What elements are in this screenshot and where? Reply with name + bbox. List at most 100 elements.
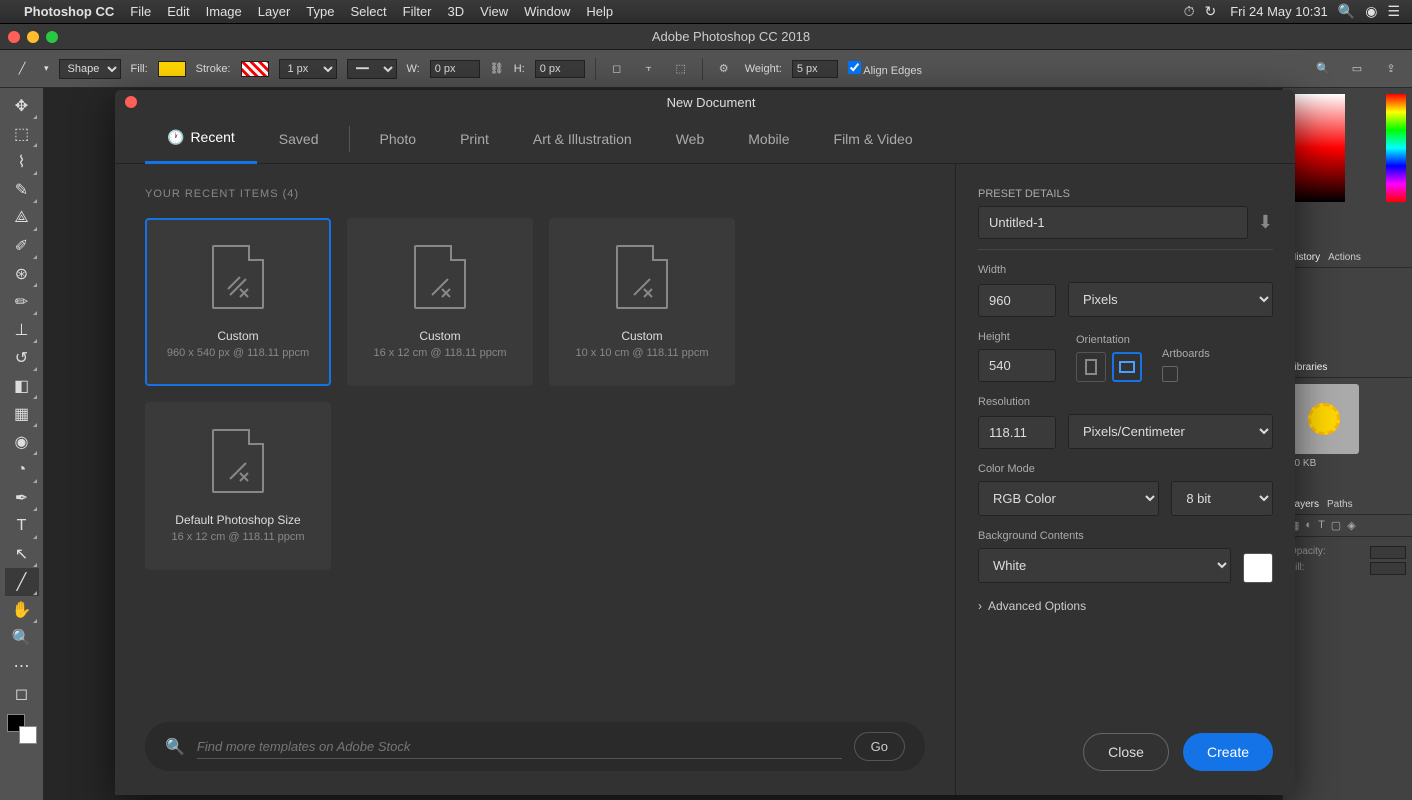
app-name[interactable]: Photoshop CC bbox=[24, 4, 114, 19]
line-tool-icon[interactable]: ╱ bbox=[10, 57, 34, 81]
stroke-width-select[interactable]: 1 px bbox=[279, 59, 337, 79]
tab-photo[interactable]: Photo bbox=[358, 114, 439, 164]
path-alignment-icon[interactable]: ⫟ bbox=[638, 58, 660, 80]
spotlight-icon[interactable]: 🔍 bbox=[1338, 3, 1355, 20]
bg-swatch[interactable] bbox=[1243, 553, 1273, 583]
preset-card[interactable]: Custom 16 x 12 cm @ 118.11 ppcm bbox=[347, 218, 533, 386]
hand-tool[interactable]: ✋ bbox=[5, 596, 39, 624]
filter-shape-icon[interactable]: ▢ bbox=[1331, 519, 1341, 532]
move-tool[interactable]: ✥ bbox=[5, 92, 39, 120]
save-preset-icon[interactable]: ⬇ bbox=[1258, 212, 1273, 233]
resolution-unit-select[interactable]: Pixels/Centimeter bbox=[1068, 414, 1273, 449]
tab-art[interactable]: Art & Illustration bbox=[511, 114, 654, 164]
menu-layer[interactable]: Layer bbox=[258, 4, 291, 19]
dialog-close-button[interactable] bbox=[125, 96, 137, 108]
width-unit-select[interactable]: Pixels bbox=[1068, 282, 1273, 317]
background-swatch[interactable] bbox=[19, 726, 37, 744]
orientation-landscape[interactable] bbox=[1112, 352, 1142, 382]
window-minimize-button[interactable] bbox=[27, 31, 39, 43]
history-brush-tool[interactable]: ↺ bbox=[5, 344, 39, 372]
color-panel[interactable] bbox=[1283, 88, 1412, 248]
tool-preset-chevron-icon[interactable]: ▾ bbox=[44, 63, 49, 74]
advanced-options-toggle[interactable]: › Advanced Options bbox=[978, 599, 1273, 613]
go-button[interactable]: Go bbox=[854, 732, 905, 761]
menu-type[interactable]: Type bbox=[306, 4, 334, 19]
orientation-portrait[interactable] bbox=[1076, 352, 1106, 382]
path-select-tool[interactable]: ↖ bbox=[5, 540, 39, 568]
eraser-tool[interactable]: ◧ bbox=[5, 372, 39, 400]
stroke-style-select[interactable]: ━━ bbox=[347, 59, 397, 79]
bitdepth-select[interactable]: 8 bit bbox=[1171, 481, 1273, 516]
shape-mode-select[interactable]: Shape bbox=[59, 59, 121, 79]
dodge-tool[interactable]: ◔ bbox=[5, 456, 39, 484]
quick-select-tool[interactable]: ✎ bbox=[5, 176, 39, 204]
quick-mask-toggle[interactable]: ◻ bbox=[5, 680, 39, 708]
library-item[interactable] bbox=[1289, 384, 1359, 454]
close-button[interactable]: Close bbox=[1083, 733, 1169, 771]
brush-tool[interactable]: ✏ bbox=[5, 288, 39, 316]
resolution-field[interactable] bbox=[978, 416, 1056, 449]
filter-smart-icon[interactable]: ◈ bbox=[1347, 519, 1355, 532]
foreground-background-colors[interactable] bbox=[7, 714, 37, 744]
opacity-input[interactable] bbox=[1370, 546, 1406, 559]
path-operations-icon[interactable]: ◻ bbox=[606, 58, 628, 80]
notifications-icon[interactable]: ☰ bbox=[1387, 3, 1400, 20]
menu-image[interactable]: Image bbox=[206, 4, 242, 19]
menu-edit[interactable]: Edit bbox=[167, 4, 189, 19]
crop-tool[interactable]: ⟁ bbox=[5, 204, 39, 232]
bg-select[interactable]: White bbox=[978, 548, 1231, 583]
zoom-tool[interactable]: 🔍 bbox=[5, 624, 39, 652]
window-zoom-button[interactable] bbox=[46, 31, 58, 43]
filter-type-icon[interactable]: T bbox=[1318, 519, 1325, 532]
timemachine-icon[interactable]: ⏱ bbox=[1184, 3, 1195, 20]
preset-card[interactable]: Custom 960 x 540 px @ 118.11 ppcm bbox=[145, 218, 331, 386]
filter-adjust-icon[interactable]: ◐ bbox=[1305, 519, 1312, 532]
weight-input[interactable] bbox=[792, 60, 838, 78]
tab-mobile[interactable]: Mobile bbox=[726, 114, 811, 164]
artboards-checkbox[interactable] bbox=[1162, 366, 1178, 382]
preset-card[interactable]: Default Photoshop Size 16 x 12 cm @ 118.… bbox=[145, 402, 331, 570]
menu-view[interactable]: View bbox=[480, 4, 508, 19]
template-search-input[interactable] bbox=[197, 735, 842, 759]
type-tool[interactable]: T bbox=[5, 512, 39, 540]
align-edges-checkbox[interactable]: Align Edges bbox=[848, 61, 922, 77]
lasso-tool[interactable]: ⌇ bbox=[5, 148, 39, 176]
eyedropper-tool[interactable]: ✐ bbox=[5, 232, 39, 260]
stroke-swatch[interactable] bbox=[241, 61, 269, 77]
share-icon[interactable]: ⇪ bbox=[1380, 58, 1402, 80]
link-wh-icon[interactable]: ⛓ bbox=[490, 62, 504, 75]
width-field[interactable] bbox=[978, 284, 1056, 317]
tab-print[interactable]: Print bbox=[438, 114, 511, 164]
stamp-tool[interactable]: ⊥ bbox=[5, 316, 39, 344]
backup-icon[interactable]: ↻ bbox=[1205, 3, 1217, 20]
clock[interactable]: Fri 24 May 10:31 bbox=[1230, 4, 1328, 19]
blur-tool[interactable]: ◉ bbox=[5, 428, 39, 456]
tab-film[interactable]: Film & Video bbox=[812, 114, 935, 164]
fill-swatch[interactable] bbox=[158, 61, 186, 77]
menu-3d[interactable]: 3D bbox=[448, 4, 465, 19]
edit-toolbar[interactable]: ⋯ bbox=[5, 652, 39, 680]
height-input[interactable] bbox=[535, 60, 585, 78]
colormode-select[interactable]: RGB Color bbox=[978, 481, 1159, 516]
tab-web[interactable]: Web bbox=[654, 114, 727, 164]
line-tool[interactable]: ╱ bbox=[5, 568, 39, 596]
create-button[interactable]: Create bbox=[1183, 733, 1273, 771]
menu-select[interactable]: Select bbox=[350, 4, 386, 19]
healing-tool[interactable]: ⊛ bbox=[5, 260, 39, 288]
menu-file[interactable]: File bbox=[130, 4, 151, 19]
gradient-tool[interactable]: ▦ bbox=[5, 400, 39, 428]
height-field[interactable] bbox=[978, 349, 1056, 382]
preset-card[interactable]: Custom 10 x 10 cm @ 118.11 ppcm bbox=[549, 218, 735, 386]
tab-recent[interactable]: 🕐Recent bbox=[145, 114, 257, 164]
tab-paths[interactable]: Paths bbox=[1327, 499, 1353, 510]
search-icon[interactable]: 🔍 bbox=[1312, 58, 1334, 80]
siri-icon[interactable]: ◉ bbox=[1365, 3, 1377, 20]
gear-icon[interactable]: ⚙ bbox=[713, 58, 735, 80]
menu-window[interactable]: Window bbox=[524, 4, 570, 19]
marquee-tool[interactable]: ⬚ bbox=[5, 120, 39, 148]
window-close-button[interactable] bbox=[8, 31, 20, 43]
width-input[interactable] bbox=[430, 60, 480, 78]
menu-filter[interactable]: Filter bbox=[403, 4, 432, 19]
menu-help[interactable]: Help bbox=[586, 4, 613, 19]
fill-input[interactable] bbox=[1370, 562, 1406, 575]
